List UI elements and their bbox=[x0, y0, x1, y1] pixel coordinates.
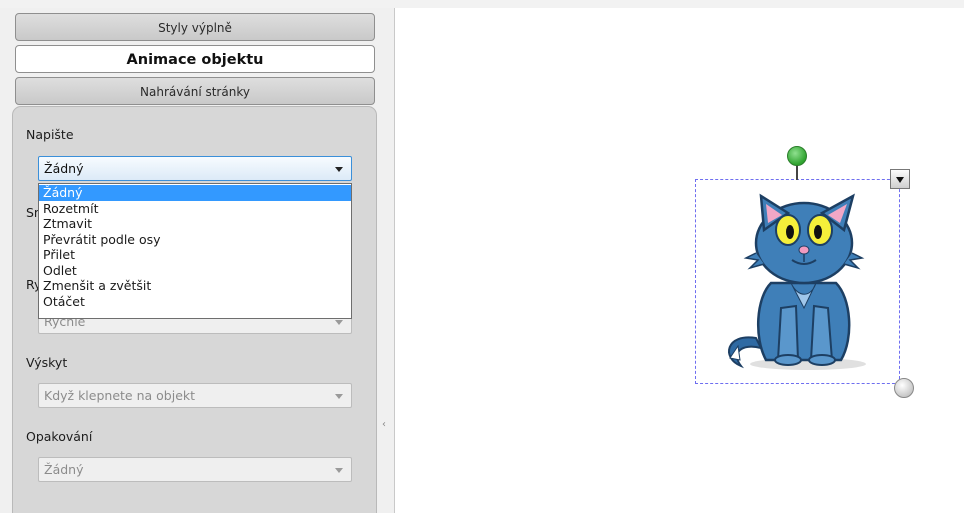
resize-handle[interactable] bbox=[894, 378, 914, 398]
tab-page-recording[interactable]: Nahrávání stránky bbox=[15, 77, 375, 105]
chevron-down-icon bbox=[335, 167, 343, 172]
top-border bbox=[0, 0, 964, 8]
rotation-handle[interactable] bbox=[787, 146, 807, 166]
dropdown-option[interactable]: Přilet bbox=[39, 247, 351, 263]
app-window: Styly výplně Animace objektu Nahrávání s… bbox=[0, 0, 964, 513]
occurrence-select[interactable]: Když klepnete na objekt bbox=[38, 383, 352, 408]
dropdown-option[interactable]: Žádný bbox=[39, 185, 351, 201]
tab-object-animation[interactable]: Animace objektu bbox=[15, 45, 375, 73]
rotation-handle-stem bbox=[796, 164, 798, 180]
type-select[interactable]: Žádný bbox=[38, 156, 352, 181]
panel-splitter-icon[interactable]: ‹ bbox=[382, 419, 386, 430]
chevron-down-icon bbox=[335, 468, 343, 473]
dropdown-option[interactable]: Odlet bbox=[39, 263, 351, 279]
object-menu-button[interactable] bbox=[890, 169, 910, 189]
tab-fill-styles[interactable]: Styly výplně bbox=[15, 13, 375, 41]
repeat-select[interactable]: Žádný bbox=[38, 457, 352, 482]
animation-type-dropdown: Žádný Rozetmít Ztmavit Převrátit podle o… bbox=[38, 183, 352, 319]
dropdown-option[interactable]: Převrátit podle osy bbox=[39, 232, 351, 248]
dropdown-option[interactable]: Zmenšit a zvětšit bbox=[39, 278, 351, 294]
repeat-label: Opakování bbox=[26, 429, 93, 444]
cat-image[interactable] bbox=[716, 188, 876, 373]
dropdown-option[interactable]: Rozetmít bbox=[39, 201, 351, 217]
type-label: Napište bbox=[26, 127, 74, 142]
repeat-select-value: Žádný bbox=[44, 462, 84, 477]
chevron-down-icon bbox=[335, 394, 343, 399]
dropdown-option[interactable]: Otáčet bbox=[39, 294, 351, 310]
type-select-value: Žádný bbox=[44, 161, 84, 176]
chevron-down-icon bbox=[335, 320, 343, 325]
dropdown-option[interactable]: Ztmavit bbox=[39, 216, 351, 232]
occurrence-label: Výskyt bbox=[26, 355, 68, 370]
occurrence-select-value: Když klepnete na objekt bbox=[44, 388, 196, 403]
